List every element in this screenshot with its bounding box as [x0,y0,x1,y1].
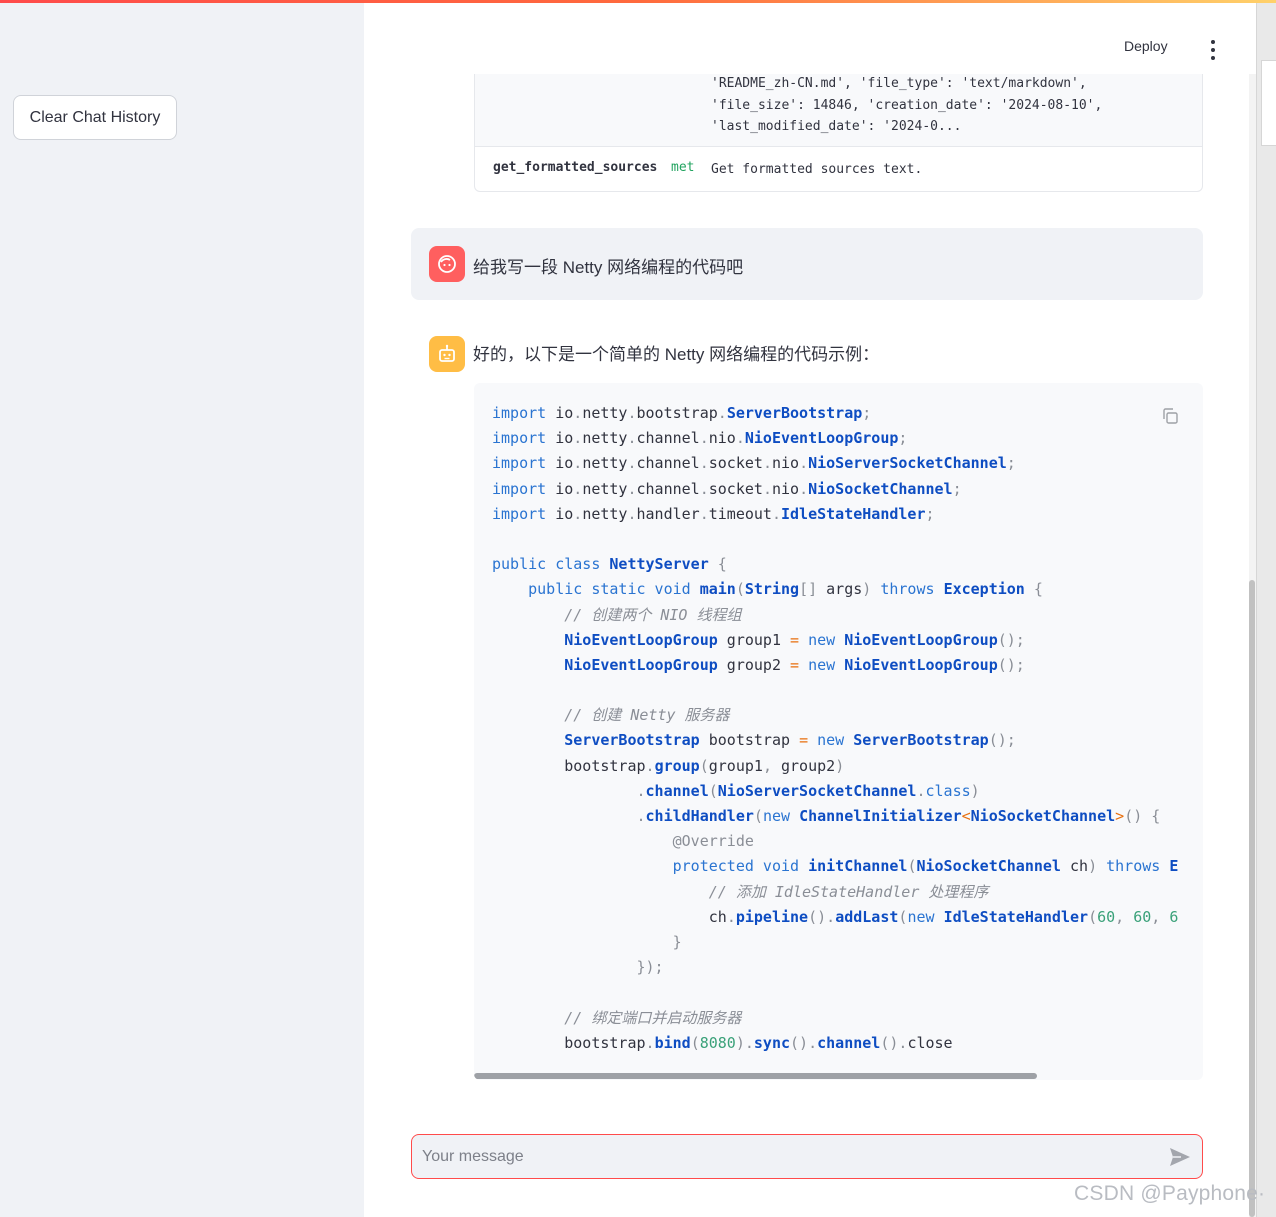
code-line: import io.netty.bootstrap.ServerBootstra… [492,404,872,422]
assistant-avatar-icon [429,336,465,372]
code-line: NioEventLoopGroup group1 = new NioEventL… [564,630,1025,649]
code-line: .channel(NioServerSocketChannel.class) [636,781,980,800]
row-type-tag: met [671,160,695,175]
chat-input[interactable]: Your message [411,1134,1203,1179]
code-line: import io.netty.channel.nio.NioEventLoop… [492,429,908,448]
send-icon[interactable] [1169,1147,1191,1167]
code-line: public static void main(String[] args) t… [528,580,1043,599]
code-horizontal-scrollbar[interactable] [474,1073,1037,1079]
deploy-button[interactable]: Deploy [1124,38,1168,54]
metadata-value: 'README_zh-CN.md', 'file_type': 'text/ma… [711,73,1191,138]
assistant-message-text: 好的，以下是一个简单的 Netty 网络编程的代码示例： [473,345,880,364]
copy-icon[interactable] [1161,407,1179,425]
code-line: public class NettyServer { [492,555,727,574]
code-content: import io.netty.bootstrap.ServerBootstra… [492,401,1178,1056]
window-edge [1256,0,1276,1217]
code-line: // 创建两个 NIO 线程组 [564,605,742,624]
kebab-menu-icon[interactable] [1206,40,1220,60]
chat-input-placeholder: Your message [422,1148,524,1165]
code-line: }); [636,958,664,977]
table-row: get_formatted_sources met Get formatted … [475,147,1202,191]
watermark: CSDN @Payphone· [1074,1182,1266,1205]
code-line: .childHandler(new ChannelInitializer<Nio… [636,807,1161,825]
code-line: ch.pipeline().addLast(new IdleStateHandl… [492,907,1179,926]
app-header: Deploy [364,8,1256,74]
code-line: bootstrap.group(group1, group2) [492,756,845,775]
top-accent-stripe [0,0,1276,3]
code-line: import io.netty.handler.timeout.IdleStat… [492,504,935,523]
user-avatar-icon [429,246,465,282]
metadata-line: 'last_modified_date': '2024-0... [711,119,962,134]
user-message-text: 给我写一段 Netty 网络编程的代码吧 [473,258,744,277]
side-panel-tab[interactable] [1261,60,1276,146]
page-scrollbar-thumb[interactable] [1249,580,1255,1217]
code-line: bootstrap.bind(8080).sync().channel().cl… [492,1033,953,1052]
code-line: // 绑定端口并启动服务器 [564,1008,742,1027]
code-block: import io.netty.bootstrap.ServerBootstra… [474,383,1203,1080]
code-line: import io.netty.channel.socket.nio.NioSo… [492,479,962,498]
code-line: protected void initChannel(NioSocketChan… [672,857,1179,876]
code-line: // 创建 Netty 服务器 [564,706,730,725]
code-line: ServerBootstrap bootstrap = new ServerBo… [564,731,1016,750]
row-description: Get formatted sources text. [711,162,923,177]
metadata-line: 'README_zh-CN.md', 'file_type': 'text/ma… [711,76,1087,91]
clear-chat-history-button[interactable]: Clear Chat History [13,95,177,140]
main-area: 'README_zh-CN.md', 'file_type': 'text/ma… [364,0,1256,1217]
code-line: import io.netty.channel.socket.nio.NioSe… [492,454,1016,473]
code-line: NioEventLoopGroup group2 = new NioEventL… [564,655,1025,674]
code-line: @Override [672,832,754,851]
code-line: } [672,932,682,951]
metadata-line: 'file_size': 14846, 'creation_date': '20… [711,97,1103,113]
code-line: // 添加 IdleStateHandler 处理程序 [708,882,989,901]
row-key: get_formatted_sources [493,160,658,175]
sidebar: Clear Chat History [0,0,364,1217]
user-message: 给我写一段 Netty 网络编程的代码吧 [411,228,1203,300]
